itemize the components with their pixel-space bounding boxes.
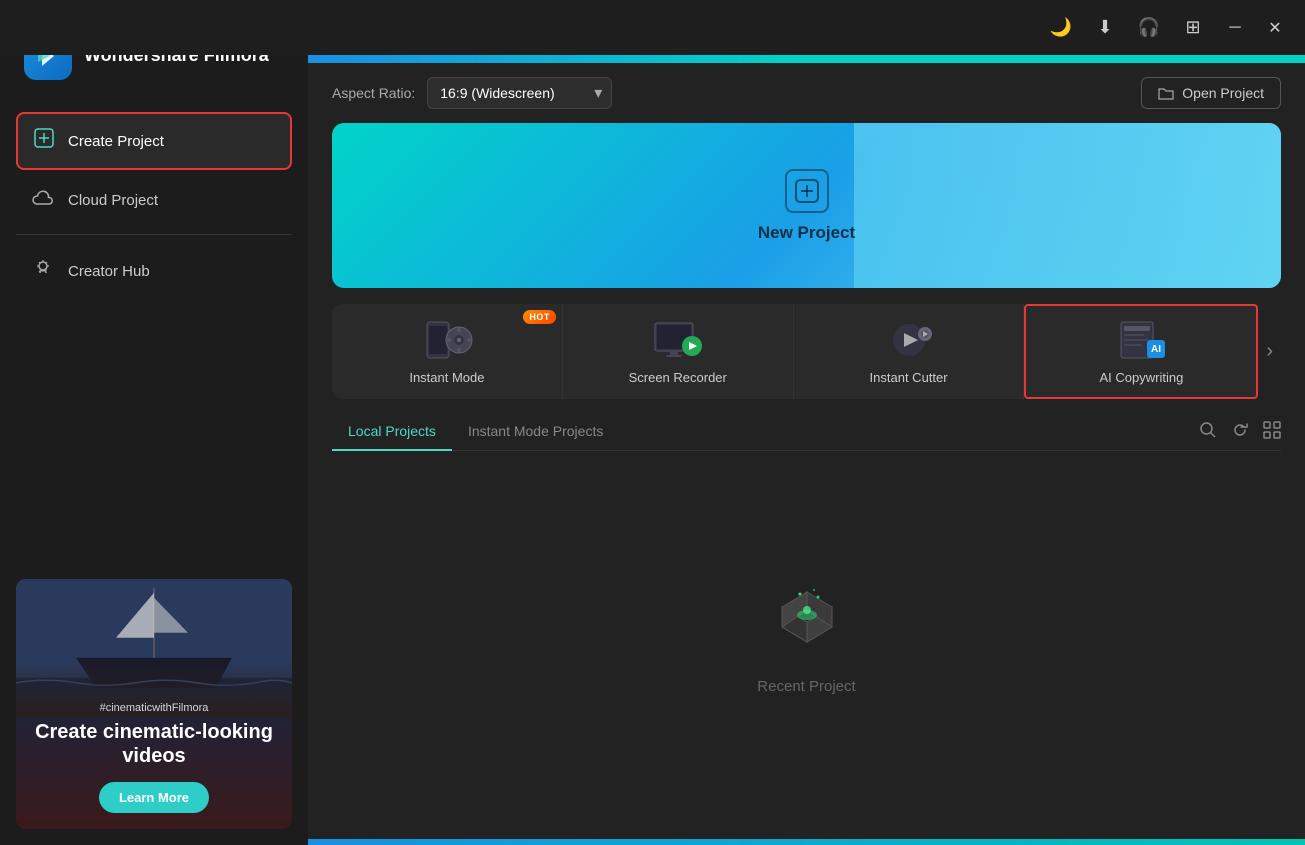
download-icon[interactable]: ⬇ — [1089, 12, 1121, 44]
projects-tabs: Local Projects Instant Mode Projects — [332, 415, 1281, 451]
sidebar-nav: Create Project Cloud Project Creator Hub — [0, 104, 308, 307]
open-project-label: Open Project — [1182, 85, 1264, 101]
hot-badge: HOT — [523, 310, 556, 324]
search-icon[interactable] — [1199, 421, 1217, 444]
toolbar: Aspect Ratio: 16:9 (Widescreen) 9:16 (Ve… — [308, 63, 1305, 123]
empty-state: Recent Project — [332, 467, 1281, 839]
feature-cards: HOT Instant Mode — [332, 304, 1281, 399]
screen-recorder-label: Screen Recorder — [629, 370, 727, 385]
svg-text:AI: AI — [1151, 344, 1161, 355]
bottom-gradient-strip — [308, 839, 1305, 845]
aspect-ratio-wrapper: 16:9 (Widescreen) 9:16 (Vertical) 1:1 (S… — [427, 77, 612, 109]
moon-icon[interactable]: 🌙 — [1045, 12, 1077, 44]
tab-actions — [1199, 421, 1281, 444]
sidebar-item-create-project[interactable]: Create Project — [16, 112, 292, 170]
feature-card-instant-mode[interactable]: HOT Instant Mode — [332, 304, 563, 399]
aspect-ratio-select[interactable]: 16:9 (Widescreen) 9:16 (Vertical) 1:1 (S… — [427, 77, 612, 109]
new-project-banner[interactable]: New Project — [332, 123, 1281, 288]
empty-box-icon — [762, 572, 852, 662]
creator-hub-icon — [32, 257, 54, 285]
top-gradient-strip — [308, 55, 1305, 63]
chevron-right-icon: › — [1266, 340, 1273, 363]
aspect-ratio-label: Aspect Ratio: — [332, 85, 415, 101]
learn-more-button[interactable]: Learn More — [99, 782, 209, 813]
instant-mode-illustration — [419, 318, 475, 362]
title-bar: 🌙 ⬇ 🎧 ⊞ ─ ✕ — [0, 0, 1305, 55]
tab-instant-mode-projects[interactable]: Instant Mode Projects — [452, 415, 619, 451]
projects-section: Local Projects Instant Mode Projects — [308, 415, 1305, 839]
grid-icon[interactable]: ⊞ — [1177, 12, 1209, 44]
grid-view-icon[interactable] — [1263, 421, 1281, 444]
open-project-button[interactable]: Open Project — [1141, 77, 1281, 109]
new-project-icon — [785, 169, 829, 213]
refresh-icon[interactable] — [1231, 421, 1249, 444]
instant-cutter-illustration — [881, 318, 937, 362]
promo-card: #cinematicwithFilmora Create cinematic-l… — [16, 579, 292, 829]
promo-background-image — [16, 579, 292, 717]
promo-title: Create cinematic-looking videos — [32, 720, 276, 768]
feature-card-ai-copywriting[interactable]: AI AI Copywriting — [1024, 304, 1258, 399]
folder-icon — [1158, 85, 1174, 101]
empty-state-label: Recent Project — [757, 678, 855, 695]
close-button[interactable]: ✕ — [1261, 14, 1289, 42]
promo-hashtag: #cinematicwithFilmora — [100, 702, 209, 714]
sidebar-item-label-cloud-project: Cloud Project — [68, 192, 158, 209]
sidebar-item-label-create-project: Create Project — [68, 133, 164, 150]
sidebar-item-label-creator-hub: Creator Hub — [68, 263, 150, 280]
more-cards-button[interactable]: › — [1258, 304, 1281, 399]
sidebar: Wondershare Filmora Create Project Cloud… — [0, 0, 308, 845]
create-project-icon — [34, 128, 54, 154]
feature-card-screen-recorder[interactable]: Screen Recorder — [563, 304, 794, 399]
sidebar-item-creator-hub[interactable]: Creator Hub — [16, 243, 292, 299]
aspect-ratio-section: Aspect Ratio: 16:9 (Widescreen) 9:16 (Ve… — [332, 77, 612, 109]
ai-copywriting-label: AI Copywriting — [1099, 370, 1183, 385]
ai-copywriting-illustration: AI — [1113, 318, 1169, 362]
instant-cutter-label: Instant Cutter — [870, 370, 948, 385]
instant-mode-label: Instant Mode — [409, 370, 484, 385]
headset-icon[interactable]: 🎧 — [1133, 12, 1165, 44]
new-project-label: New Project — [758, 223, 855, 243]
sidebar-item-cloud-project[interactable]: Cloud Project — [16, 174, 292, 226]
screen-recorder-illustration — [650, 318, 706, 362]
main-content: Aspect Ratio: 16:9 (Widescreen) 9:16 (Ve… — [308, 55, 1305, 845]
tab-local-projects[interactable]: Local Projects — [332, 415, 452, 451]
feature-card-instant-cutter[interactable]: Instant Cutter — [794, 304, 1025, 399]
cloud-icon — [32, 188, 54, 212]
minimize-button[interactable]: ─ — [1221, 14, 1249, 42]
